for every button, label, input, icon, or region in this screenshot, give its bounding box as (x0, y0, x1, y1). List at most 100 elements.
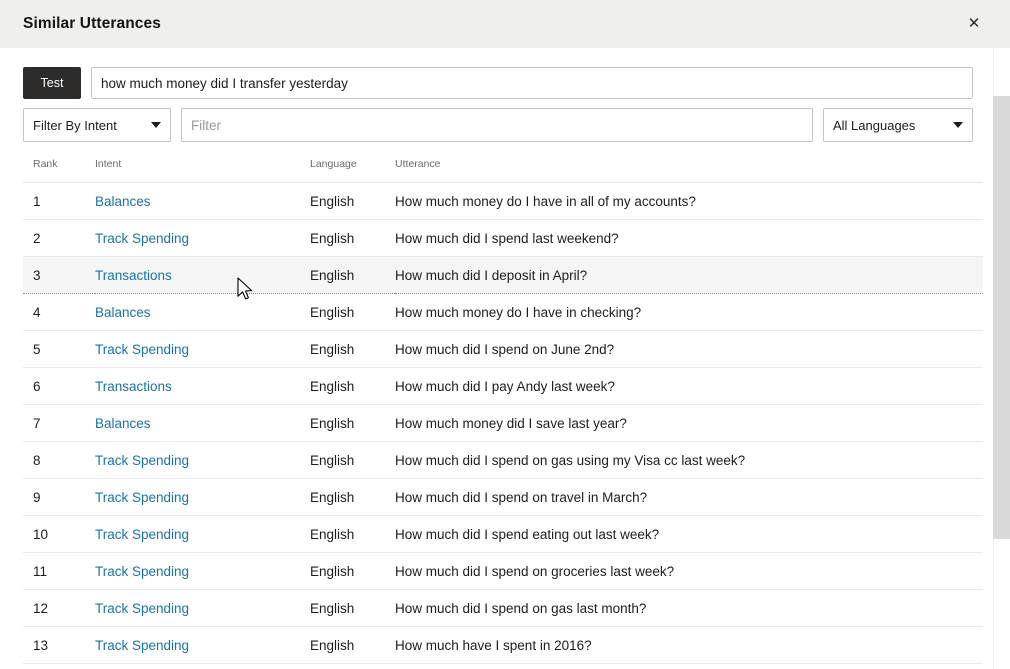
intent-link[interactable]: Track Spending (95, 231, 189, 246)
cell-language: English (310, 442, 395, 479)
utterance-input[interactable] (91, 67, 973, 99)
intent-link[interactable]: Track Spending (95, 453, 189, 468)
chevron-down-icon (151, 122, 161, 128)
cell-intent: Track Spending (95, 442, 310, 479)
table-row[interactable]: 1Balances EnglishHow much money do I have… (23, 183, 983, 220)
filter-row: Filter By Intent All Languages (23, 108, 973, 142)
cell-rank: 3 (23, 257, 95, 294)
cell-utterance: How much did I spend on gas using my Vis… (395, 442, 983, 479)
intent-link[interactable]: Track Spending (95, 638, 189, 653)
test-row: Test (23, 67, 973, 99)
table-row[interactable]: 11Track Spending EnglishHow much did I sp… (23, 553, 983, 590)
intent-link[interactable]: Track Spending (95, 527, 189, 542)
cell-intent: Track Spending (95, 516, 310, 553)
cell-intent: Balances (95, 405, 310, 442)
table-row[interactable]: 12Track Spending EnglishHow much did I sp… (23, 590, 983, 627)
cell-language: English (310, 331, 395, 368)
table-row[interactable]: 10Track SpendingEnglishHow much did I sp… (23, 516, 983, 553)
cell-utterance: How much did I spend last weekend? (395, 220, 983, 257)
cell-utterance: How much money did I save last year? (395, 405, 983, 442)
table-row[interactable]: 8Track Spending EnglishHow much did I spe… (23, 442, 983, 479)
cell-rank: 8 (23, 442, 95, 479)
language-select[interactable]: All Languages (823, 108, 973, 142)
cell-language: English (310, 516, 395, 553)
dialog-body: Test Filter By Intent All Languages Rank… (0, 48, 993, 669)
similar-utterances-table: Rank Intent Language Utterance 1Balances… (23, 158, 983, 664)
cell-rank: 7 (23, 405, 95, 442)
cell-language: English (310, 294, 395, 331)
cell-utterance: How much money do I have in all of my ac… (395, 183, 983, 220)
intent-link[interactable]: Track Spending (95, 490, 189, 505)
cell-utterance: How much have I spent in 2016? (395, 627, 983, 664)
cell-language: English (310, 479, 395, 516)
table-row[interactable]: 6Transactions EnglishHow much did I pay A… (23, 368, 983, 405)
cell-utterance: How much did I spend on travel in March? (395, 479, 983, 516)
cell-utterance: How much money do I have in checking? (395, 294, 983, 331)
table-row[interactable]: 2Track SpendingEnglishHow much did I spe… (23, 220, 983, 257)
cell-rank: 6 (23, 368, 95, 405)
cell-intent: Balances (95, 183, 310, 220)
intent-link[interactable]: Balances (95, 305, 151, 320)
cell-rank: 12 (23, 590, 95, 627)
cell-rank: 9 (23, 479, 95, 516)
cell-rank: 1 (23, 183, 95, 220)
table-header: Rank Intent Language Utterance (23, 158, 983, 183)
cell-language: English (310, 627, 395, 664)
table-row[interactable]: 7BalancesEnglishHow much money did I sav… (23, 405, 983, 442)
cell-rank: 5 (23, 331, 95, 368)
cell-intent: Balances (95, 294, 310, 331)
cell-intent: Track Spending (95, 479, 310, 516)
filter-by-intent-select[interactable]: Filter By Intent (23, 108, 171, 142)
intent-link[interactable]: Transactions (95, 268, 172, 283)
chevron-down-icon (953, 122, 963, 128)
table-row[interactable]: 13Track Spending EnglishHow much have I s… (23, 627, 983, 664)
cell-intent: Track Spending (95, 627, 310, 664)
intent-link[interactable]: Track Spending (95, 601, 189, 616)
close-icon[interactable]: ✕ (964, 13, 984, 33)
column-header-rank: Rank (23, 158, 95, 183)
vertical-scrollbar-track[interactable] (993, 48, 1010, 669)
cell-utterance: How much did I deposit in April? (395, 257, 983, 294)
table-row[interactable]: 9Track Spending EnglishHow much did I spe… (23, 479, 983, 516)
table-body: 1BalancesEnglishHow much money do I have… (23, 183, 983, 664)
cell-language: English (310, 220, 395, 257)
cell-rank: 4 (23, 294, 95, 331)
similar-utterances-table-wrapper: Rank Intent Language Utterance 1Balances… (23, 158, 973, 664)
cell-intent: Transactions (95, 257, 310, 294)
intent-link[interactable]: Track Spending (95, 342, 189, 357)
cell-language: English (310, 257, 395, 294)
dialog-header: Similar Utterances ✕ (0, 0, 1010, 48)
cell-utterance: How much did I spend on June 2nd? (395, 331, 983, 368)
vertical-scrollbar-thumb[interactable] (993, 96, 1010, 539)
cell-rank: 11 (23, 553, 95, 590)
test-button[interactable]: Test (23, 67, 81, 99)
table-row[interactable]: 3Transactions EnglishHow much did I depos… (23, 257, 983, 294)
cell-intent: Track Spending (95, 220, 310, 257)
cell-intent: Transactions (95, 368, 310, 405)
column-header-language: Language (310, 158, 395, 183)
cell-intent: Track Spending (95, 553, 310, 590)
filter-by-intent-label: Filter By Intent (33, 118, 141, 133)
cell-utterance: How much did I spend on gas last month? (395, 590, 983, 627)
intent-link[interactable]: Balances (95, 416, 151, 431)
cell-intent: Track Spending (95, 331, 310, 368)
intent-link[interactable]: Balances (95, 194, 151, 209)
column-header-utterance: Utterance (395, 158, 983, 183)
page-title: Similar Utterances (23, 15, 161, 33)
cell-language: English (310, 368, 395, 405)
cell-language: English (310, 590, 395, 627)
intent-link[interactable]: Track Spending (95, 564, 189, 579)
intent-link[interactable]: Transactions (95, 379, 172, 394)
cell-language: English (310, 183, 395, 220)
filter-input[interactable] (181, 108, 813, 142)
cell-utterance: How much did I pay Andy last week? (395, 368, 983, 405)
language-select-label: All Languages (833, 118, 943, 133)
table-row[interactable]: 4Balances EnglishHow much money do I have… (23, 294, 983, 331)
cell-utterance: How much did I spend eating out last wee… (395, 516, 983, 553)
cell-utterance: How much did I spend on groceries last w… (395, 553, 983, 590)
cell-language: English (310, 553, 395, 590)
cell-rank: 13 (23, 627, 95, 664)
table-row[interactable]: 5Track Spending EnglishHow much did I spe… (23, 331, 983, 368)
cell-intent: Track Spending (95, 590, 310, 627)
table-header-row: Rank Intent Language Utterance (23, 158, 983, 183)
